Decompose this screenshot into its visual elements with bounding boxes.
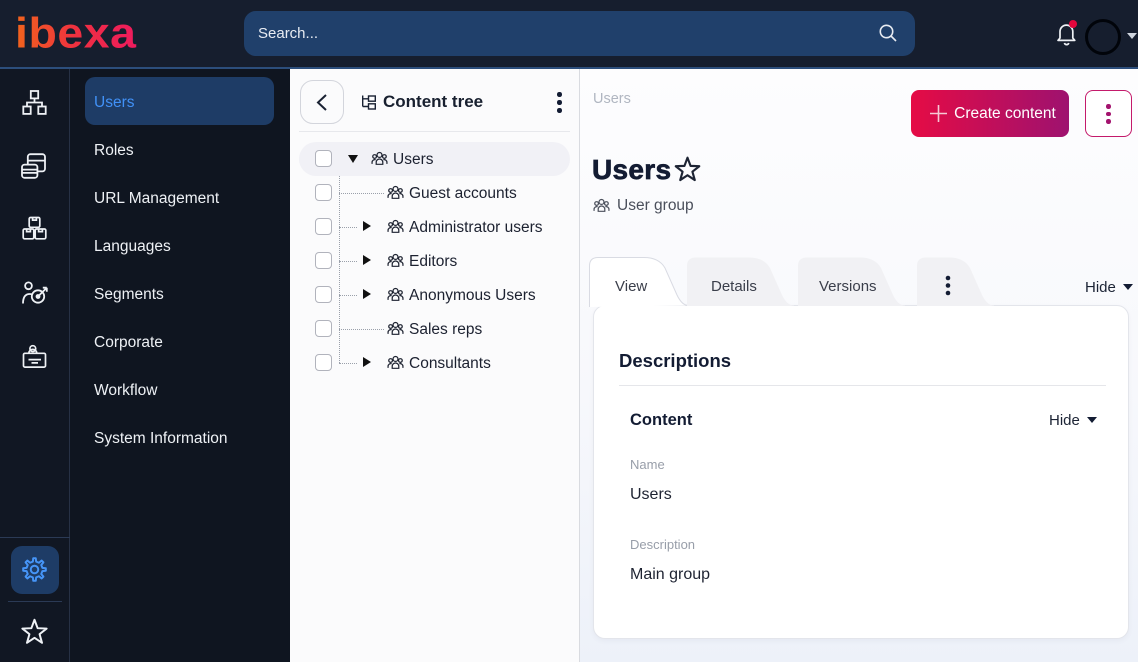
- svg-text:View: View: [615, 278, 647, 295]
- svg-text:Versions: Versions: [819, 278, 877, 295]
- svg-text:Details: Details: [711, 278, 757, 295]
- svg-text:ibexa: ibexa: [15, 14, 137, 57]
